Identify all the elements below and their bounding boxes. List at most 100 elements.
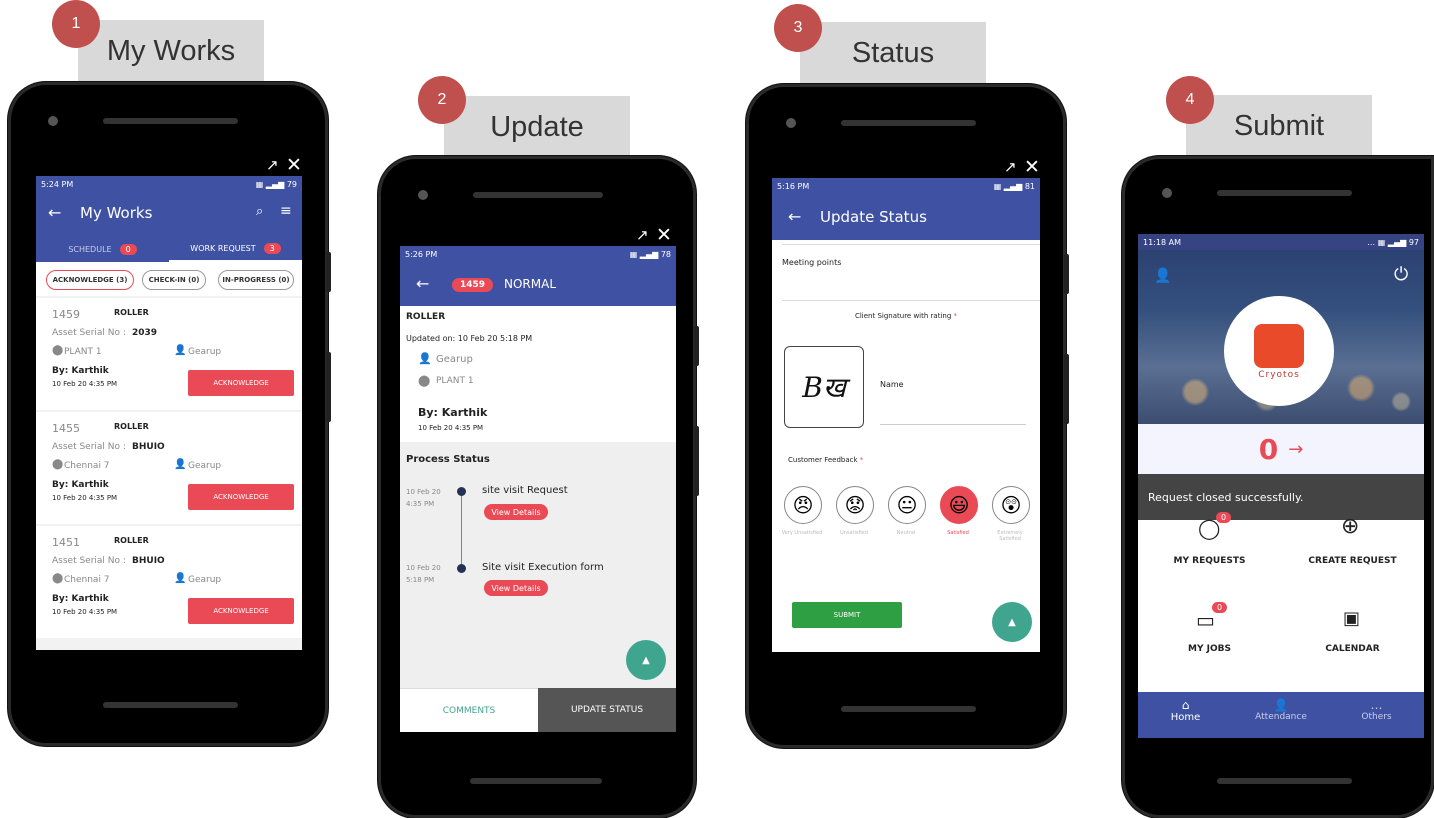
filter-chip-acknowledge[interactable]: ACKNOWLEDGE (3) [46,270,134,290]
signature-label: Client Signature with rating [854,312,952,320]
speaker-grille [103,118,238,124]
logo-circle: Cryotos [1224,296,1334,406]
step-number-badge: 1 [52,0,100,48]
tab-work-request[interactable]: WORK REQUEST 3 [169,236,302,262]
external-link-icon[interactable]: ↗ [636,226,649,244]
search-icon[interactable]: ⌕ [256,204,263,219]
user-icon: 👤 [418,352,432,365]
step-label: Submit [1233,109,1325,142]
step-number: 3 [793,19,803,36]
required-mark: * [953,312,958,320]
angry-face-icon: 😠 [792,493,814,517]
created-by: By: Karthik [52,480,109,490]
tab-schedule[interactable]: SCHEDULE 0 [36,236,169,262]
filter-chip-in-progress[interactable]: IN-PROGRESS (0) [218,270,294,290]
external-link-icon[interactable]: ↗ [1004,158,1017,176]
profile-icon[interactable]: 👤 [1154,268,1171,284]
filter-icon[interactable]: ≡ [280,203,292,219]
user-icon: 👤 [174,573,187,584]
serial-label: Asset Serial No : [52,556,126,566]
rating-very-unsatisfied[interactable]: 😠 [784,486,822,524]
side-button [694,426,699,496]
list-item[interactable]: 1455 ROLLER Asset Serial No : BHUIO ⬤ Ch… [36,412,302,524]
user-icon: 👤 [174,459,187,470]
more-icon: … [1370,698,1383,712]
signature-pad[interactable]: Bख [784,346,864,428]
screen-my-works: 5:24 PM ▦ ▂▄▆ 79 ← My Works ⌕ ≡ SCHEDULE… [36,176,302,650]
tile-my-jobs[interactable]: ▭ 0 MY JOBS [1138,600,1281,660]
timeline-date: 10 Feb 20 [406,488,441,496]
rating-extremely-satisfied[interactable]: 😲 [992,486,1030,524]
view-details-button[interactable]: View Details [484,580,548,596]
back-arrow-icon[interactable]: ← [788,207,801,226]
feedback-caption: Customer Feedback * [788,456,863,464]
count-strip[interactable]: 0 → [1138,424,1424,474]
button-label: UPDATE STATUS [570,705,644,715]
tile-calendar[interactable]: ▣ CALENDAR [1281,600,1424,660]
tile-my-requests[interactable]: ◯ 0 MY REQUESTS [1138,512,1281,580]
name-input[interactable] [880,424,1026,425]
acknowledge-button[interactable]: ACKNOWLEDGE [188,370,294,396]
back-arrow-icon[interactable]: ← [48,203,61,222]
smiley-face-icon: 😃 [948,493,970,517]
button-label: SUBMIT [833,611,861,619]
status-bar: 11:18 AM … ▦ ▂▄▆ 97 [1138,234,1424,250]
nav-others[interactable]: … Others [1329,692,1424,738]
step-tab-my-works: My Works [78,20,264,82]
rating-label: Very Unsatisfied [781,530,823,536]
priority-label: NORMAL [504,277,557,291]
list-item[interactable]: 1451 ROLLER Asset Serial No : BHUIO ⬤ Ch… [36,526,302,638]
side-button [326,252,331,292]
submit-button[interactable]: SUBMIT [792,602,902,628]
count-badge: 3 [263,242,281,254]
astonished-face-icon: 😲 [1000,493,1022,517]
rating-neutral[interactable]: 😐 [888,486,926,524]
close-icon[interactable]: ✕ [1024,156,1040,179]
asset-type: ROLLER [114,308,149,317]
external-link-icon[interactable]: ↗ [266,156,282,174]
acknowledge-button[interactable]: ACKNOWLEDGE [188,598,294,624]
comments-button[interactable]: COMMENTS [400,688,538,732]
button-label: COMMENTS [442,705,496,716]
screen-update-status: 5:16 PM ▦ ▂▄▆ 81 ← Update Status Meeting… [772,178,1040,652]
signature-caption: Client Signature with rating * [772,312,1040,320]
filter-chip-check-in[interactable]: CHECK-IN (0) [142,270,206,290]
asset-type: ROLLER [406,312,446,322]
step-label: Update [490,110,584,143]
nav-label: Attendance [1255,712,1307,722]
company-text: Gearup [188,461,222,471]
back-arrow-icon[interactable]: ← [416,274,429,293]
nav-attendance[interactable]: 👤 Attendance [1233,692,1329,738]
list-item[interactable]: 1459 ROLLER Asset Serial No : 2039 ⬤ PLA… [36,298,302,410]
serial-value: BHUIO [132,556,165,566]
timeline-line [461,492,462,572]
request-id-badge: 1459 [452,278,494,292]
home-bar [470,778,602,784]
update-status-button[interactable]: UPDATE STATUS [538,688,676,732]
location-text: PLANT 1 [64,347,102,357]
rating-unsatisfied[interactable]: 😟 [836,486,874,524]
power-icon[interactable]: ⏻ [1394,264,1408,285]
acknowledge-button[interactable]: ACKNOWLEDGE [188,484,294,510]
monitor-icon: ▭ [1196,608,1215,632]
created-date: 10 Feb 20 4:35 PM [52,608,118,616]
location-pin-icon: ⬤ [52,345,64,356]
status-bar: 5:16 PM ▦ ▂▄▆ 81 [772,178,1040,194]
person-icon: 👤 [1273,698,1289,712]
step-tab-update: Update [444,96,630,158]
tile-label: MY REQUESTS [1173,556,1246,566]
nav-home[interactable]: ⌂ Home [1138,692,1233,738]
process-title: Process Status [406,454,490,465]
rating-satisfied[interactable]: 😃 [940,486,978,524]
view-details-button[interactable]: View Details [484,504,548,520]
tab-label: SCHEDULE [68,244,112,254]
count-value: 0 [1258,432,1279,466]
scroll-top-button[interactable]: ▲ [992,602,1032,642]
created-date: 10 Feb 20 4:35 PM [418,424,484,432]
status-time: 11:18 AM [1143,237,1181,247]
scroll-top-button[interactable]: ▲ [626,640,666,680]
tile-create-request[interactable]: ⊕ CREATE REQUEST [1281,514,1424,580]
count-badge: 0 [119,243,137,255]
close-icon[interactable]: ✕ [656,224,672,247]
close-icon[interactable]: ✕ [286,154,302,177]
